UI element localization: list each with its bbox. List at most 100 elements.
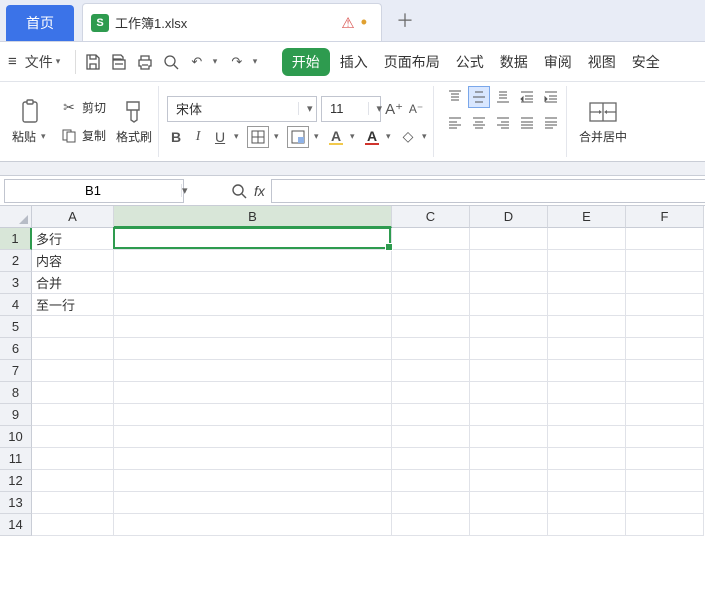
cell[interactable]	[392, 250, 470, 272]
cell[interactable]	[470, 360, 548, 382]
column-header[interactable]: D	[470, 206, 548, 228]
tab-data[interactable]: 数据	[494, 48, 534, 76]
cell[interactable]	[626, 382, 704, 404]
cell[interactable]	[392, 426, 470, 448]
cell[interactable]	[470, 294, 548, 316]
cell[interactable]	[548, 228, 626, 250]
cell[interactable]	[626, 448, 704, 470]
decrease-font-icon[interactable]: A⁻	[407, 100, 425, 118]
cell[interactable]	[392, 404, 470, 426]
cell[interactable]	[470, 338, 548, 360]
cell[interactable]	[626, 514, 704, 536]
cell[interactable]	[32, 382, 114, 404]
name-box-dropdown[interactable]: ▾	[181, 184, 188, 197]
cell[interactable]	[626, 404, 704, 426]
cell[interactable]	[548, 470, 626, 492]
tab-formulas[interactable]: 公式	[450, 48, 490, 76]
cell[interactable]	[32, 470, 114, 492]
cell[interactable]	[626, 338, 704, 360]
fx-label[interactable]: fx	[254, 183, 265, 199]
row-header[interactable]: 1	[0, 228, 32, 250]
cell[interactable]: 至一行	[32, 294, 114, 316]
cell[interactable]	[470, 228, 548, 250]
justify-icon[interactable]	[516, 112, 538, 134]
paste-button[interactable]: 粘贴▾	[8, 96, 54, 147]
cell[interactable]	[114, 338, 392, 360]
cell[interactable]	[626, 470, 704, 492]
save-as-icon[interactable]	[108, 51, 130, 73]
fill-color-dropdown[interactable]: ▾	[349, 131, 359, 142]
cell[interactable]: 多行	[32, 228, 114, 250]
cell[interactable]	[32, 492, 114, 514]
cell[interactable]	[548, 316, 626, 338]
cell[interactable]	[392, 448, 470, 470]
cell[interactable]	[32, 338, 114, 360]
cell[interactable]	[32, 426, 114, 448]
cell[interactable]	[626, 492, 704, 514]
cell[interactable]	[114, 316, 392, 338]
cell[interactable]	[548, 250, 626, 272]
cell[interactable]	[114, 404, 392, 426]
cell[interactable]	[626, 360, 704, 382]
cell[interactable]	[548, 514, 626, 536]
cell[interactable]	[470, 514, 548, 536]
warning-icon[interactable]: ⚠	[341, 14, 354, 32]
cell[interactable]	[114, 250, 392, 272]
tab-page-layout[interactable]: 页面布局	[378, 48, 446, 76]
cell[interactable]	[626, 250, 704, 272]
cell[interactable]	[470, 404, 548, 426]
align-center-icon[interactable]	[468, 112, 490, 134]
cell[interactable]	[470, 492, 548, 514]
hamburger-icon[interactable]: ≡	[8, 53, 17, 70]
cell[interactable]	[548, 272, 626, 294]
font-name-select[interactable]: 宋体▾	[167, 96, 317, 122]
underline-dropdown[interactable]: ▾	[233, 131, 243, 142]
undo-icon[interactable]: ↶	[186, 51, 208, 73]
row-header[interactable]: 14	[0, 514, 32, 536]
row-header[interactable]: 5	[0, 316, 32, 338]
cell[interactable]	[392, 514, 470, 536]
format-painter-button[interactable]: 格式刷	[112, 96, 156, 147]
column-header[interactable]: C	[392, 206, 470, 228]
cell[interactable]	[392, 470, 470, 492]
cell[interactable]	[470, 272, 548, 294]
tab-start[interactable]: 开始	[282, 48, 330, 76]
cell[interactable]	[470, 316, 548, 338]
cell[interactable]	[114, 294, 392, 316]
copy-button[interactable]: 复制	[58, 125, 108, 147]
align-bottom-icon[interactable]	[492, 86, 514, 108]
name-box[interactable]: ▾	[4, 179, 184, 203]
cell[interactable]	[392, 382, 470, 404]
print-preview-icon[interactable]	[160, 51, 182, 73]
row-header[interactable]: 13	[0, 492, 32, 514]
bold-button[interactable]: B	[167, 128, 185, 146]
cell[interactable]	[470, 470, 548, 492]
tab-view[interactable]: 视图	[582, 48, 622, 76]
row-header[interactable]: 7	[0, 360, 32, 382]
cell[interactable]: 合并	[32, 272, 114, 294]
borders-dropdown[interactable]: ▾	[273, 131, 283, 142]
cell[interactable]	[470, 250, 548, 272]
cell[interactable]	[548, 448, 626, 470]
column-header[interactable]: E	[548, 206, 626, 228]
cell[interactable]	[32, 514, 114, 536]
cell[interactable]	[626, 272, 704, 294]
document-tab[interactable]: S 工作簿1.xlsx ⚠ •	[82, 3, 382, 41]
cell[interactable]	[626, 316, 704, 338]
row-header[interactable]: 11	[0, 448, 32, 470]
align-top-icon[interactable]	[444, 86, 466, 108]
redo-icon[interactable]: ↷	[226, 51, 248, 73]
cell[interactable]	[114, 470, 392, 492]
cell[interactable]	[392, 492, 470, 514]
cell[interactable]	[114, 492, 392, 514]
home-tab[interactable]: 首页	[6, 5, 74, 41]
select-all-corner[interactable]	[0, 206, 32, 228]
cell[interactable]	[626, 294, 704, 316]
align-middle-icon[interactable]	[468, 86, 490, 108]
save-icon[interactable]	[82, 51, 104, 73]
cell[interactable]	[548, 338, 626, 360]
font-color-button[interactable]: A	[363, 128, 381, 146]
cell[interactable]	[392, 294, 470, 316]
row-header[interactable]: 3	[0, 272, 32, 294]
cell[interactable]	[114, 228, 392, 250]
